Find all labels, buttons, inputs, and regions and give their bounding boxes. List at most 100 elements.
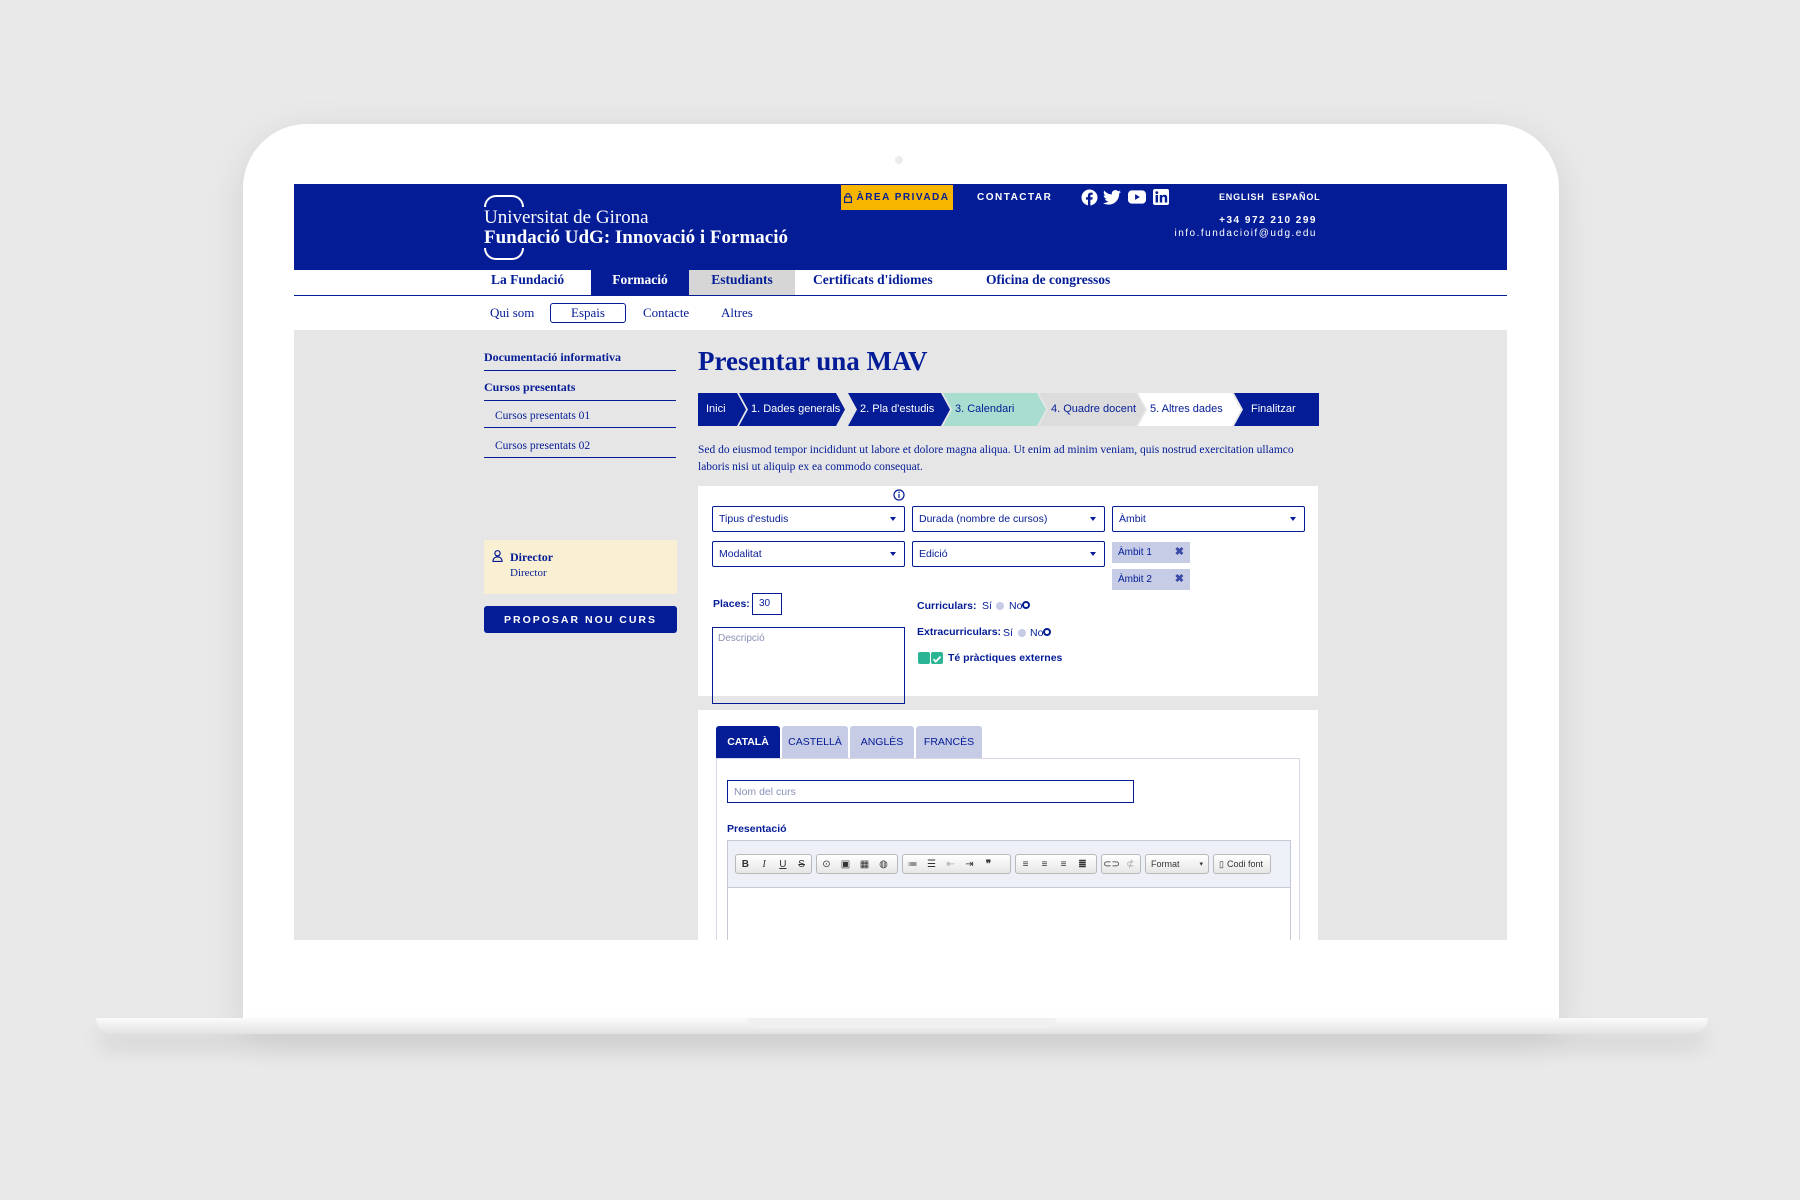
course-name-input[interactable]: Nom del curs bbox=[727, 780, 1134, 803]
general-form-card: Tipus d'estudis Durada (nombre de cursos… bbox=[698, 486, 1318, 704]
nav-oficina-congressos[interactable]: Oficina de congressos bbox=[972, 270, 1124, 295]
link-icon[interactable]: ⊂⊃ bbox=[1102, 859, 1121, 870]
user-icon bbox=[492, 550, 503, 562]
description-textarea[interactable]: Descripció bbox=[712, 627, 905, 704]
align-left-icon[interactable]: ≡ bbox=[1016, 859, 1035, 870]
close-icon[interactable]: ✖ bbox=[1175, 569, 1184, 590]
nav-certificats-idiomes[interactable]: Certificats d'idiomes bbox=[799, 270, 947, 295]
subnav-contacte[interactable]: Contacte bbox=[637, 303, 695, 323]
facebook-icon[interactable] bbox=[1080, 188, 1098, 206]
source-code-button[interactable]: ▯ Codi font bbox=[1213, 854, 1271, 874]
twitter-icon[interactable] bbox=[1103, 188, 1121, 206]
outdent-icon[interactable]: ⇤ bbox=[941, 859, 960, 870]
practices-checkbox[interactable] bbox=[931, 652, 943, 664]
extracurriculars-yes-label: Sí bbox=[1003, 627, 1013, 639]
step-calendari[interactable]: 3. Calendari bbox=[943, 393, 1046, 426]
sidebar-cursos-presentats[interactable]: Cursos presentats bbox=[484, 380, 676, 401]
private-area-button[interactable]: ÀREA PRIVADA bbox=[841, 185, 953, 210]
select-edicio[interactable]: Edició bbox=[912, 541, 1105, 567]
chevron-down-icon bbox=[890, 552, 896, 556]
step-dades-generals[interactable]: 1. Dades generals bbox=[739, 393, 845, 426]
curriculars-no-radio[interactable] bbox=[1022, 601, 1030, 609]
sidebar-cursos-presentats-01[interactable]: Cursos presentats 01 bbox=[484, 410, 676, 428]
intro-text: Sed do eiusmod tempor incididunt ut labo… bbox=[698, 444, 1294, 473]
select-tipus-estudis[interactable]: Tipus d'estudis bbox=[712, 506, 905, 532]
format-dropdown[interactable]: Format ▾ bbox=[1145, 854, 1209, 874]
nav-estudiants[interactable]: Estudiants bbox=[689, 270, 795, 295]
youtube-icon[interactable] bbox=[1128, 188, 1146, 206]
top-bar: Universitat de Girona Fundació UdG: Inno… bbox=[294, 184, 1507, 270]
align-justify-icon[interactable]: ≣ bbox=[1073, 859, 1092, 870]
description-placeholder: Descripció bbox=[718, 633, 765, 644]
ordered-list-icon[interactable]: ≔ bbox=[903, 859, 922, 870]
editor-body[interactable] bbox=[728, 888, 1290, 940]
tab-catala[interactable]: CATALÀ bbox=[716, 726, 780, 758]
chevron-down-icon bbox=[1090, 517, 1096, 521]
places-input[interactable]: 30 bbox=[752, 593, 782, 615]
editor-toolbar: B I U S ⊙ ▣ ▦ ◍ ≔ ☰ ⇤ ⇥ ❞ ≡ ≡ ≡ ≣ ⊂⊃ ⊄ F… bbox=[728, 841, 1290, 888]
select-tipus-estudis-value: Tipus d'estudis bbox=[719, 513, 789, 525]
format-label: Format bbox=[1151, 859, 1180, 869]
lang-espanol[interactable]: ESPAÑOL bbox=[1272, 192, 1320, 202]
underline-icon[interactable]: U bbox=[774, 859, 793, 870]
subnav-qui-som[interactable]: Qui som bbox=[484, 303, 540, 323]
step-altres-dades[interactable]: 5. Altres dades bbox=[1138, 393, 1241, 426]
align-center-icon[interactable]: ≡ bbox=[1035, 859, 1054, 870]
indent-icon[interactable]: ⇥ bbox=[960, 859, 979, 870]
logo-line2[interactable]: Fundació UdG: Innovació i Formació bbox=[484, 227, 788, 249]
tab-castella[interactable]: CASTELLÀ bbox=[782, 726, 848, 758]
select-modalitat[interactable]: Modalitat bbox=[712, 541, 905, 567]
chevron-down-icon bbox=[1090, 552, 1096, 556]
chevron-down-icon: ▾ bbox=[1199, 860, 1203, 868]
laptop-camera bbox=[895, 156, 903, 164]
blockquote-icon[interactable]: ❞ bbox=[979, 859, 998, 870]
nav-formacio[interactable]: Formació bbox=[591, 270, 689, 295]
phone-number[interactable]: +34 972 210 299 bbox=[1219, 215, 1317, 226]
toolbar-group-links: ⊂⊃ ⊄ bbox=[1101, 854, 1141, 874]
tab-frances[interactable]: FRANCÈS bbox=[916, 726, 982, 758]
italic-icon[interactable]: I bbox=[755, 859, 774, 870]
subnav-altres[interactable]: Altres bbox=[715, 303, 759, 323]
lang-english[interactable]: ENGLISH bbox=[1219, 192, 1265, 202]
director-role: Director bbox=[510, 567, 547, 579]
linkedin-icon[interactable] bbox=[1152, 188, 1170, 206]
select-ambit[interactable]: Àmbit bbox=[1112, 506, 1305, 532]
logo-line1[interactable]: Universitat de Girona bbox=[484, 207, 649, 229]
tab-angles[interactable]: ANGLÈS bbox=[850, 726, 914, 758]
sub-nav: Qui som Espais Contacte Altres bbox=[294, 296, 1507, 330]
unlink-icon[interactable]: ⊄ bbox=[1121, 859, 1140, 870]
bullet-list-icon[interactable]: ☰ bbox=[922, 859, 941, 870]
email-address[interactable]: info.fundacioif@udg.edu bbox=[1174, 228, 1317, 239]
extracurriculars-no-radio[interactable] bbox=[1043, 628, 1051, 636]
curriculars-no-label: No bbox=[1009, 600, 1023, 612]
curriculars-yes-radio[interactable] bbox=[996, 602, 1004, 610]
nav-la-fundacio[interactable]: La Fundació bbox=[477, 270, 578, 295]
contact-link[interactable]: CONTACTAR bbox=[977, 192, 1052, 203]
propose-course-button[interactable]: PROPOSAR NOU CURS bbox=[484, 606, 677, 633]
align-right-icon[interactable]: ≡ bbox=[1054, 859, 1073, 870]
table-icon[interactable]: ▦ bbox=[855, 859, 874, 870]
step-inici[interactable]: Inici bbox=[698, 393, 746, 426]
lock-icon bbox=[844, 192, 853, 203]
step-quadre-docent[interactable]: 4. Quadre docent bbox=[1039, 393, 1145, 426]
image-icon[interactable]: ▣ bbox=[836, 859, 855, 870]
globe-icon[interactable]: ◍ bbox=[874, 859, 893, 870]
curriculars-yes-label: Sí bbox=[982, 600, 992, 612]
practices-label: Té pràctiques externes bbox=[948, 652, 1063, 664]
sidebar-cursos-presentats-02[interactable]: Cursos presentats 02 bbox=[484, 440, 676, 458]
extracurriculars-no-label: No bbox=[1030, 627, 1044, 639]
strikethrough-icon[interactable]: S bbox=[792, 859, 811, 870]
select-durada[interactable]: Durada (nombre de cursos) bbox=[912, 506, 1105, 532]
step-finalitzar[interactable]: Finalitzar bbox=[1234, 393, 1319, 426]
media-icon[interactable]: ⊙ bbox=[817, 859, 836, 870]
close-icon[interactable]: ✖ bbox=[1175, 542, 1184, 563]
step-pla-estudis[interactable]: 2. Pla d'estudis bbox=[848, 393, 950, 426]
bold-icon[interactable]: B bbox=[736, 859, 755, 870]
subnav-espais[interactable]: Espais bbox=[550, 303, 626, 323]
practices-toggle[interactable] bbox=[918, 652, 930, 664]
info-icon[interactable] bbox=[893, 489, 905, 501]
extracurriculars-yes-radio[interactable] bbox=[1018, 629, 1026, 637]
sidebar-documentacio[interactable]: Documentació informativa bbox=[484, 350, 676, 371]
director-title: Director bbox=[510, 550, 554, 564]
main-nav: La Fundació Formació Estudiants Certific… bbox=[294, 270, 1507, 296]
